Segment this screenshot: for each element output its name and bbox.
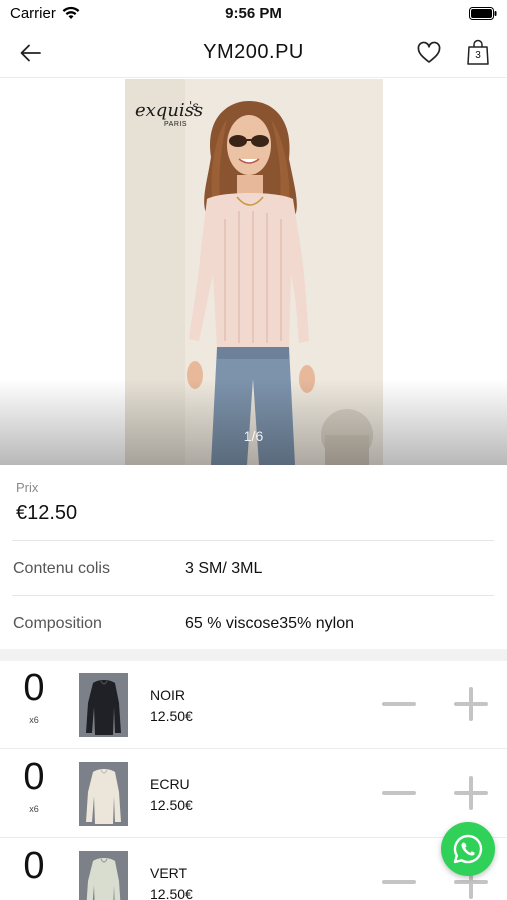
composition-value: 65 % viscose35% nylon	[185, 615, 354, 632]
package-content-label: Contenu colis	[13, 560, 110, 577]
navigation-bar: YM200.PU 3	[0, 28, 507, 78]
svg-text:'s: 's	[189, 99, 198, 113]
price-label: Prix	[16, 480, 39, 495]
whatsapp-icon	[453, 834, 483, 864]
gallery-page-indicator: 1/6	[243, 428, 264, 444]
status-bar: Carrier 9:56 PM	[0, 0, 507, 28]
decrease-quantity-button[interactable]	[382, 790, 418, 796]
battery-icon	[469, 7, 497, 20]
clock: 9:56 PM	[225, 5, 282, 22]
variant-row-noir: 0 x6 NOIR 12.50€	[0, 661, 507, 749]
composition-label: Composition	[13, 615, 102, 632]
decrease-quantity-button[interactable]	[382, 701, 418, 707]
variant-row-vert: 0 VERT 12.50€	[0, 839, 507, 900]
variant-price: 12.50€	[150, 708, 193, 724]
package-content-value: 3 SM/ 3ML	[185, 560, 263, 577]
product-gallery[interactable]	[0, 79, 507, 465]
price-value: €12.50	[16, 502, 78, 524]
increase-quantity-button[interactable]	[454, 687, 488, 721]
variant-thumbnail[interactable]	[79, 762, 128, 826]
pack-multiplier: x6	[29, 804, 39, 814]
variant-thumbnail[interactable]	[79, 851, 128, 900]
variant-thumbnail[interactable]	[79, 673, 128, 737]
gallery-overlay	[0, 379, 507, 465]
increase-quantity-button[interactable]	[454, 776, 488, 810]
variant-row-ecru: 0 x6 ECRU 12.50€	[0, 750, 507, 838]
cart-count-badge: 3	[475, 50, 481, 61]
quantity-value: 0	[23, 667, 45, 709]
heart-icon[interactable]	[416, 40, 442, 66]
variant-color-name: NOIR	[150, 687, 185, 703]
brand-city: PARIS	[164, 121, 187, 128]
divider	[12, 595, 494, 596]
variant-price: 12.50€	[150, 886, 193, 900]
section-separator	[0, 649, 507, 661]
pack-multiplier: x6	[29, 715, 39, 725]
variant-color-name: ECRU	[150, 776, 190, 792]
divider	[12, 540, 494, 541]
variant-color-name: VERT	[150, 865, 188, 881]
quantity-value: 0	[23, 756, 45, 798]
decrease-quantity-button[interactable]	[382, 879, 418, 885]
whatsapp-button[interactable]	[441, 822, 495, 876]
variant-price: 12.50€	[150, 797, 193, 813]
quantity-value: 0	[23, 845, 45, 887]
